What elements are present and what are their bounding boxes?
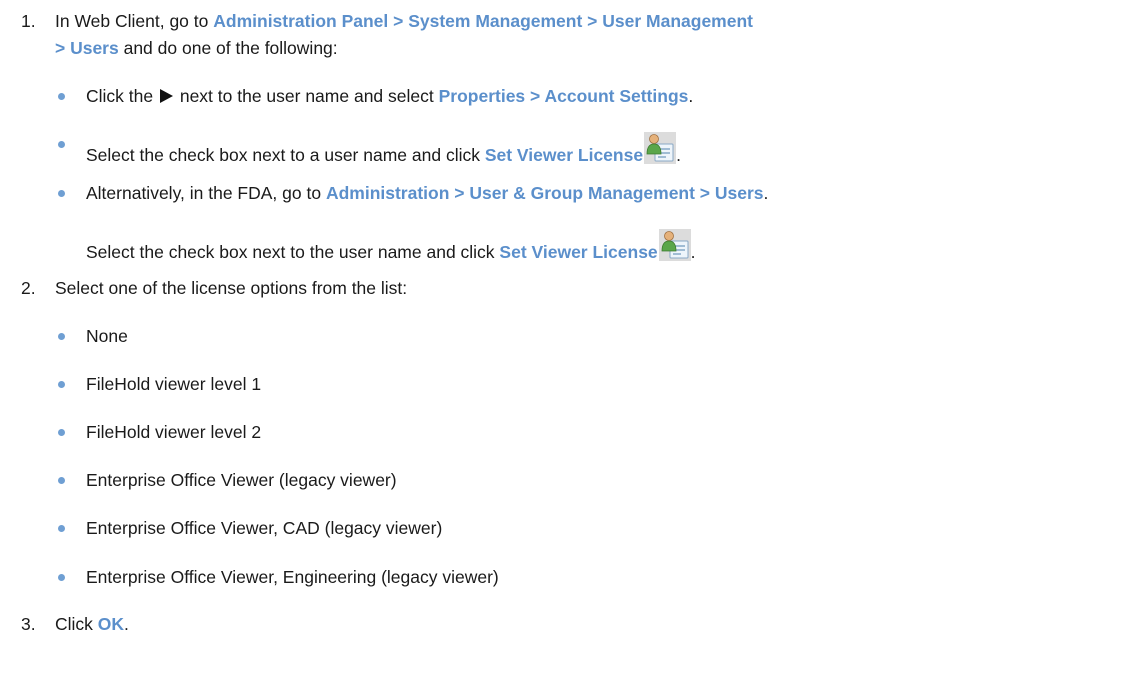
set-viewer-license-link[interactable]: Set Viewer License xyxy=(485,145,643,165)
admin-path-link[interactable]: Administration Panel > System Management… xyxy=(213,11,753,31)
users-path-link[interactable]: > Users xyxy=(55,38,119,58)
step-1-number: 1. xyxy=(21,11,36,31)
license-option-label: Enterprise Office Viewer, Engineering (l… xyxy=(86,567,499,587)
set-viewer-license-link[interactable]: Set Viewer License xyxy=(499,242,657,262)
bullet-text: Alternatively, in the FDA, go to Adminis… xyxy=(86,183,769,203)
step-3-text: Click OK. xyxy=(55,614,129,634)
play-triangle-icon xyxy=(159,89,173,103)
bullet-icon xyxy=(58,477,65,484)
step-2-number: 2. xyxy=(21,278,36,298)
bullet-icon xyxy=(58,381,65,388)
ok-link[interactable]: OK xyxy=(98,614,124,634)
bullet-icon xyxy=(58,574,65,581)
bullet-icon xyxy=(58,93,65,100)
step-1-text: In Web Client, go to Administration Pane… xyxy=(55,11,753,31)
license-option-label: FileHold viewer level 2 xyxy=(86,422,262,442)
set-viewer-license-icon[interactable] xyxy=(644,132,677,164)
bullet-icon xyxy=(58,333,65,340)
properties-account-settings-link[interactable]: Properties > Account Settings xyxy=(439,86,689,106)
set-viewer-license-icon[interactable] xyxy=(658,229,691,261)
bullet-icon xyxy=(58,141,65,148)
step-1-text-cont: > Users and do one of the following: xyxy=(55,38,338,58)
license-option-label: Enterprise Office Viewer, CAD (legacy vi… xyxy=(86,518,443,538)
license-option-label: None xyxy=(86,326,128,346)
bullet-text: Select the check box next to a user name… xyxy=(86,132,681,167)
bullet-icon xyxy=(58,190,65,197)
bullet-icon xyxy=(58,525,65,532)
license-option-label: Enterprise Office Viewer (legacy viewer) xyxy=(86,470,397,490)
step-3-number: 3. xyxy=(21,614,36,634)
instructions-document: 1. In Web Client, go to Administration P… xyxy=(0,0,1132,674)
bullet-icon xyxy=(58,429,65,436)
fda-users-path-link[interactable]: Administration > User & Group Management… xyxy=(326,183,764,203)
license-option-label: FileHold viewer level 1 xyxy=(86,374,262,394)
step-2-text: Select one of the license options from t… xyxy=(55,278,408,298)
bullet-text-cont: Select the check box next to the user na… xyxy=(86,229,696,264)
bullet-text: Click the next to the user name and sele… xyxy=(86,86,694,106)
